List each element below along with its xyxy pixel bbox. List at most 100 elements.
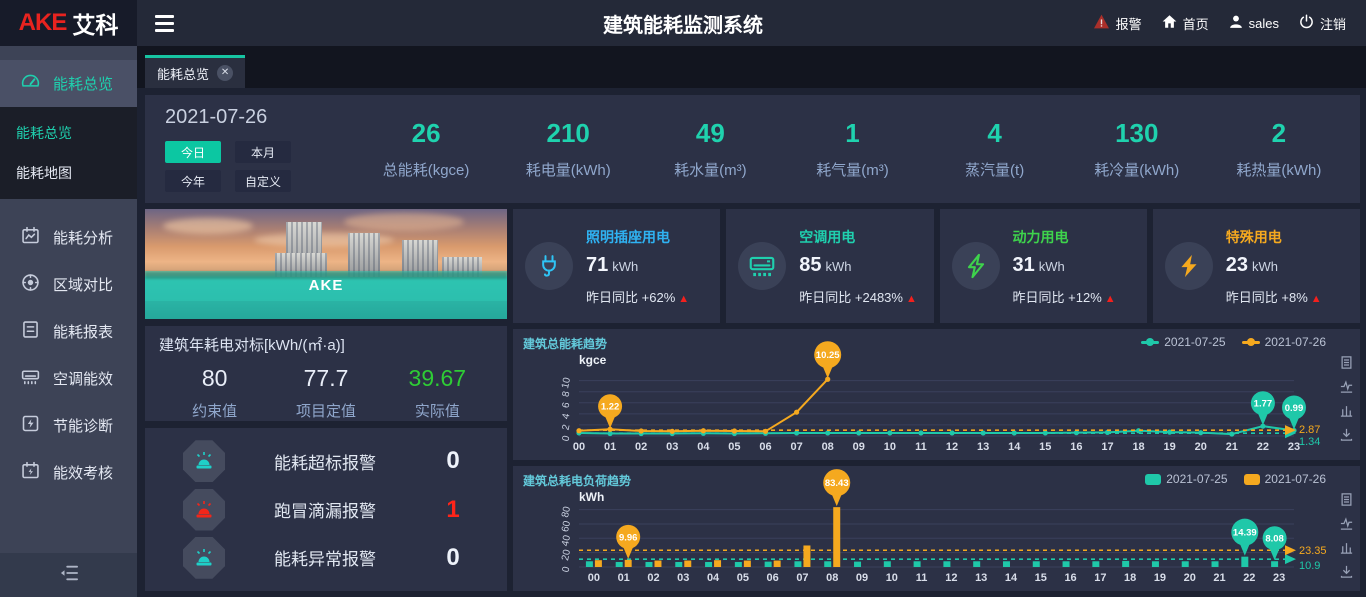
chart-unit: kgce: [579, 353, 607, 367]
benchmark-constraint: 80 约束值: [192, 365, 238, 420]
range-button-month[interactable]: 本月: [235, 141, 291, 163]
svg-text:02: 02: [635, 441, 647, 453]
svg-text:20: 20: [1195, 441, 1207, 453]
svg-text:12: 12: [946, 441, 958, 453]
svg-text:0: 0: [561, 434, 573, 442]
svg-text:02: 02: [647, 572, 659, 584]
svg-text:21: 21: [1226, 441, 1238, 453]
report-icon: [20, 319, 41, 344]
alarm-row-leakage: 跑冒滴漏报警 1: [171, 488, 481, 531]
logout-power-icon: [1299, 14, 1314, 32]
svg-text:8: 8: [561, 390, 573, 398]
menu-toggle-icon[interactable]: [155, 14, 174, 32]
sidebar-collapse-button[interactable]: [0, 553, 137, 597]
legend-item[interactable]: 2021-07-26: [1241, 335, 1326, 349]
load-trend-chart: 02040608000 01 02 03 04 05 06 07 08 09 10 11 12 13 14 1…: [560, 469, 1327, 584]
legend-item[interactable]: 2021-07-26: [1243, 472, 1326, 486]
svg-text:09: 09: [853, 441, 865, 453]
svg-text:6: 6: [561, 401, 573, 409]
svg-text:12: 12: [945, 572, 957, 584]
chart-panel-load-trend: 建筑总耗电负荷趋势 kWh 2021-07-25 2021-07-26 0 20 40…: [513, 466, 1360, 591]
tab-bar: 能耗总览 ✕: [137, 46, 1366, 88]
sidebar-item-efficiency-assessment[interactable]: 能效考核: [0, 449, 137, 496]
energy-cards-row: 照明插座用电 71 kWh 昨日同比 +62% ▲ 空调用电 85 kWh 昨日同比 …: [513, 209, 1360, 323]
nav-user[interactable]: sales: [1229, 14, 1279, 32]
card-power: 动力用电 31 kWh 昨日同比 +12% ▲: [939, 209, 1147, 323]
svg-text:1.34: 1.34: [1299, 436, 1320, 448]
svg-text:09: 09: [856, 572, 868, 584]
svg-text:00: 00: [588, 572, 600, 584]
submenu-item-energy-overview[interactable]: 能耗总览: [0, 113, 137, 153]
svg-text:03: 03: [666, 441, 678, 453]
range-button-custom[interactable]: 自定义: [235, 170, 291, 192]
sidebar-item-region-compare[interactable]: 区域对比: [0, 261, 137, 308]
legend-item[interactable]: 2021-07-25: [1145, 472, 1228, 486]
svg-text:9.96: 9.96: [619, 532, 638, 543]
tab-energy-overview[interactable]: 能耗总览 ✕: [145, 55, 246, 88]
svg-text:19: 19: [1154, 572, 1166, 584]
hvac-icon: [20, 366, 41, 391]
ac-unit-icon: [738, 242, 787, 290]
svg-text:15: 15: [1039, 441, 1051, 453]
card-air-conditioning: 空调用电 85 kWh 昨日同比 +2483% ▲: [726, 209, 934, 323]
sidebar-item-hvac-efficiency[interactable]: 空调能效: [0, 355, 137, 402]
svg-text:2.87: 2.87: [1299, 424, 1320, 436]
sidebar-item-energy-diagnosis[interactable]: 节能诊断: [0, 402, 137, 449]
svg-text:04: 04: [697, 441, 710, 453]
svg-text:18: 18: [1132, 441, 1144, 453]
submenu-item-energy-map[interactable]: 能耗地图: [0, 153, 137, 193]
svg-text:10.9: 10.9: [1299, 560, 1320, 572]
data-view-icon[interactable]: [1339, 355, 1354, 370]
current-date: 2021-07-26: [165, 106, 268, 128]
svg-text:21: 21: [1213, 572, 1225, 584]
line-chart-icon[interactable]: [1339, 516, 1354, 531]
building-name-band: AKE: [145, 270, 507, 301]
svg-text:2: 2: [561, 423, 573, 431]
svg-text:03: 03: [677, 572, 689, 584]
alarm-panel: 能耗超标报警 0 跑冒滴漏报警 1 能耗异常报警 0: [145, 428, 507, 591]
svg-text:13: 13: [977, 441, 989, 453]
bar-chart-icon[interactable]: [1339, 403, 1354, 418]
svg-text:07: 07: [796, 572, 808, 584]
svg-text:80: 80: [560, 505, 573, 519]
svg-text:16: 16: [1064, 572, 1076, 584]
sidebar-item-energy-report[interactable]: 能耗报表: [0, 308, 137, 355]
download-icon[interactable]: [1339, 564, 1354, 579]
nav-logout[interactable]: 注销: [1299, 14, 1346, 33]
chart-legend: 2021-07-25 2021-07-26: [1141, 335, 1326, 349]
chart-toolbox: [1339, 492, 1354, 579]
svg-text:4: 4: [561, 412, 573, 420]
svg-text:11: 11: [916, 572, 928, 584]
svg-text:14: 14: [1005, 572, 1018, 584]
svg-text:16: 16: [1070, 441, 1082, 453]
line-chart-icon[interactable]: [1339, 379, 1354, 394]
sidebar: 能耗总览 能耗总览 能耗地图 能耗分析 区域对比 能耗报表 空调能效 节能诊断: [0, 46, 137, 597]
legend-item[interactable]: 2021-07-25: [1141, 335, 1226, 349]
bar-chart-icon[interactable]: [1339, 540, 1354, 555]
range-button-year[interactable]: 今年: [165, 170, 221, 192]
nav-alarm[interactable]: 报警: [1093, 14, 1142, 33]
nav-home[interactable]: 首页: [1162, 14, 1209, 33]
chart-unit: kWh: [579, 490, 605, 504]
svg-text:11: 11: [915, 441, 927, 453]
tab-close-icon[interactable]: ✕: [217, 65, 234, 81]
range-button-today[interactable]: 今日: [165, 141, 221, 163]
svg-text:07: 07: [790, 441, 802, 453]
svg-text:14.39: 14.39: [1233, 528, 1257, 539]
data-view-icon[interactable]: [1339, 492, 1354, 507]
download-icon[interactable]: [1339, 427, 1354, 442]
stat-gas: 1 耗气量(m³): [816, 118, 889, 179]
siren-icon: [183, 536, 225, 579]
svg-text:06: 06: [759, 441, 771, 453]
svg-text:04: 04: [707, 572, 720, 584]
svg-text:1.77: 1.77: [1254, 399, 1273, 410]
home-icon: [1162, 14, 1177, 32]
svg-text:18: 18: [1124, 572, 1136, 584]
sidebar-item-energy-overview[interactable]: 能耗总览: [0, 60, 137, 107]
sidebar-item-energy-analysis[interactable]: 能耗分析: [0, 214, 137, 261]
dashboard-content: 2021-07-26 今日 本月 今年 自定义 26 总能耗(kgce) 210 耗…: [137, 88, 1366, 597]
svg-text:22: 22: [1257, 441, 1269, 453]
svg-text:23.35: 23.35: [1299, 545, 1327, 557]
collapse-icon: [58, 564, 80, 587]
svg-text:10.25: 10.25: [816, 350, 840, 361]
